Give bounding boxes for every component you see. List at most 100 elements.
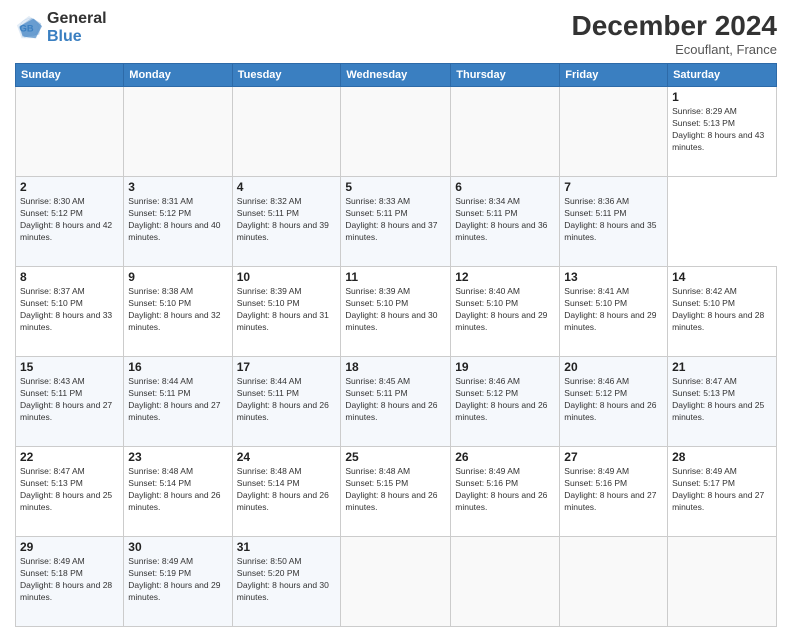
day-cell-11: 11 Sunrise: 8:39 AM Sunset: 5:10 PM Dayli… <box>341 267 451 357</box>
day-info: Sunrise: 8:49 AM Sunset: 5:16 PM Dayligh… <box>455 466 555 514</box>
day-info: Sunrise: 8:41 AM Sunset: 5:10 PM Dayligh… <box>564 286 663 334</box>
day-number: 1 <box>672 90 772 104</box>
calendar-week-3: 8 Sunrise: 8:37 AM Sunset: 5:10 PM Daylig… <box>16 267 777 357</box>
column-header-friday: Friday <box>560 64 668 87</box>
day-number: 11 <box>345 270 446 284</box>
empty-cell <box>341 537 451 627</box>
calendar-week-1: 1 Sunrise: 8:29 AM Sunset: 5:13 PM Daylig… <box>16 87 777 177</box>
day-cell-31: 31Sunrise: 8:50 AM Sunset: 5:20 PM Dayli… <box>232 537 341 627</box>
day-number: 22 <box>20 450 119 464</box>
empty-cell <box>560 537 668 627</box>
day-cell-17: 17 Sunrise: 8:44 AM Sunset: 5:11 PM Dayli… <box>232 357 341 447</box>
day-info: Sunrise: 8:44 AM Sunset: 5:11 PM Dayligh… <box>128 376 227 424</box>
day-number: 30 <box>128 540 227 554</box>
day-info: Sunrise: 8:48 AM Sunset: 5:15 PM Dayligh… <box>345 466 446 514</box>
day-number: 7 <box>564 180 663 194</box>
logo-text: General Blue <box>47 10 107 45</box>
header: GB General Blue December 2024 Ecouflant,… <box>15 10 777 57</box>
day-cell-4: 4 Sunrise: 8:32 AM Sunset: 5:11 PM Daylig… <box>232 177 341 267</box>
day-info: Sunrise: 8:47 AM Sunset: 5:13 PM Dayligh… <box>672 376 772 424</box>
day-info: Sunrise: 8:39 AM Sunset: 5:10 PM Dayligh… <box>345 286 446 334</box>
day-number: 25 <box>345 450 446 464</box>
day-number: 5 <box>345 180 446 194</box>
day-info: Sunrise: 8:47 AM Sunset: 5:13 PM Dayligh… <box>20 466 119 514</box>
day-number: 19 <box>455 360 555 374</box>
day-cell-3: 3Sunrise: 8:31 AM Sunset: 5:12 PM Daylig… <box>124 177 232 267</box>
day-info: Sunrise: 8:33 AM Sunset: 5:11 PM Dayligh… <box>345 196 446 244</box>
empty-cell <box>124 87 232 177</box>
day-cell-23: 23 Sunrise: 8:48 AM Sunset: 5:14 PM Dayli… <box>124 447 232 537</box>
page: GB General Blue December 2024 Ecouflant,… <box>0 0 792 612</box>
day-number: 24 <box>237 450 337 464</box>
day-number: 4 <box>237 180 337 194</box>
day-info: Sunrise: 8:40 AM Sunset: 5:10 PM Dayligh… <box>455 286 555 334</box>
logo-blue: Blue <box>47 28 107 46</box>
day-info: Sunrise: 8:37 AM Sunset: 5:10 PM Dayligh… <box>20 286 119 334</box>
day-info: Sunrise: 8:49 AM Sunset: 5:16 PM Dayligh… <box>564 466 663 514</box>
day-info: Sunrise: 8:49 AM Sunset: 5:19 PM Dayligh… <box>128 556 227 604</box>
title-section: December 2024 Ecouflant, France <box>572 10 777 57</box>
day-cell-20: 20Sunrise: 8:46 AM Sunset: 5:12 PM Dayli… <box>560 357 668 447</box>
day-number: 23 <box>128 450 227 464</box>
day-info: Sunrise: 8:30 AM Sunset: 5:12 PM Dayligh… <box>20 196 119 244</box>
empty-cell <box>341 87 451 177</box>
day-info: Sunrise: 8:48 AM Sunset: 5:14 PM Dayligh… <box>128 466 227 514</box>
empty-cell <box>560 87 668 177</box>
day-info: Sunrise: 8:49 AM Sunset: 5:17 PM Dayligh… <box>672 466 772 514</box>
day-info: Sunrise: 8:45 AM Sunset: 5:11 PM Dayligh… <box>345 376 446 424</box>
day-cell-15: 15Sunrise: 8:43 AM Sunset: 5:11 PM Dayli… <box>16 357 124 447</box>
day-info: Sunrise: 8:39 AM Sunset: 5:10 PM Dayligh… <box>237 286 337 334</box>
day-cell-12: 12 Sunrise: 8:40 AM Sunset: 5:10 PM Dayli… <box>451 267 560 357</box>
logo-icon: GB <box>15 14 43 42</box>
day-number: 17 <box>237 360 337 374</box>
day-number: 28 <box>672 450 772 464</box>
day-number: 3 <box>128 180 227 194</box>
day-info: Sunrise: 8:29 AM Sunset: 5:13 PM Dayligh… <box>672 106 772 154</box>
day-number: 29 <box>20 540 119 554</box>
day-cell-18: 18Sunrise: 8:45 AM Sunset: 5:11 PM Dayli… <box>341 357 451 447</box>
day-cell-1: 1 Sunrise: 8:29 AM Sunset: 5:13 PM Daylig… <box>668 87 777 177</box>
day-number: 31 <box>237 540 337 554</box>
column-header-wednesday: Wednesday <box>341 64 451 87</box>
day-info: Sunrise: 8:48 AM Sunset: 5:14 PM Dayligh… <box>237 466 337 514</box>
day-cell-24: 24 Sunrise: 8:48 AM Sunset: 5:14 PM Dayli… <box>232 447 341 537</box>
empty-cell <box>451 87 560 177</box>
calendar-week-6: 29 Sunrise: 8:49 AM Sunset: 5:18 PM Dayli… <box>16 537 777 627</box>
logo: GB General Blue <box>15 10 107 45</box>
day-info: Sunrise: 8:42 AM Sunset: 5:10 PM Dayligh… <box>672 286 772 334</box>
location: Ecouflant, France <box>572 42 777 57</box>
day-cell-2: 2 Sunrise: 8:30 AM Sunset: 5:12 PM Daylig… <box>16 177 124 267</box>
empty-cell <box>232 87 341 177</box>
day-number: 12 <box>455 270 555 284</box>
day-cell-26: 26 Sunrise: 8:49 AM Sunset: 5:16 PM Dayli… <box>451 447 560 537</box>
day-number: 8 <box>20 270 119 284</box>
day-cell-30: 30 Sunrise: 8:49 AM Sunset: 5:19 PM Dayli… <box>124 537 232 627</box>
day-cell-16: 16 Sunrise: 8:44 AM Sunset: 5:11 PM Dayli… <box>124 357 232 447</box>
empty-cell <box>451 537 560 627</box>
day-info: Sunrise: 8:34 AM Sunset: 5:11 PM Dayligh… <box>455 196 555 244</box>
day-number: 10 <box>237 270 337 284</box>
calendar-week-5: 22 Sunrise: 8:47 AM Sunset: 5:13 PM Dayli… <box>16 447 777 537</box>
day-cell-29: 29 Sunrise: 8:49 AM Sunset: 5:18 PM Dayli… <box>16 537 124 627</box>
column-header-sunday: Sunday <box>16 64 124 87</box>
day-cell-10: 10 Sunrise: 8:39 AM Sunset: 5:10 PM Dayli… <box>232 267 341 357</box>
day-cell-21: 21Sunrise: 8:47 AM Sunset: 5:13 PM Dayli… <box>668 357 777 447</box>
month-title: December 2024 <box>572 10 777 42</box>
day-info: Sunrise: 8:46 AM Sunset: 5:12 PM Dayligh… <box>455 376 555 424</box>
day-number: 20 <box>564 360 663 374</box>
day-number: 6 <box>455 180 555 194</box>
day-info: Sunrise: 8:49 AM Sunset: 5:18 PM Dayligh… <box>20 556 119 604</box>
day-number: 9 <box>128 270 227 284</box>
day-info: Sunrise: 8:43 AM Sunset: 5:11 PM Dayligh… <box>20 376 119 424</box>
day-number: 2 <box>20 180 119 194</box>
day-cell-25: 25 Sunrise: 8:48 AM Sunset: 5:15 PM Dayli… <box>341 447 451 537</box>
day-info: Sunrise: 8:44 AM Sunset: 5:11 PM Dayligh… <box>237 376 337 424</box>
empty-cell <box>16 87 124 177</box>
day-cell-22: 22 Sunrise: 8:47 AM Sunset: 5:13 PM Dayli… <box>16 447 124 537</box>
day-number: 16 <box>128 360 227 374</box>
column-header-tuesday: Tuesday <box>232 64 341 87</box>
day-number: 26 <box>455 450 555 464</box>
day-number: 14 <box>672 270 772 284</box>
calendar-week-2: 2 Sunrise: 8:30 AM Sunset: 5:12 PM Daylig… <box>16 177 777 267</box>
day-info: Sunrise: 8:32 AM Sunset: 5:11 PM Dayligh… <box>237 196 337 244</box>
